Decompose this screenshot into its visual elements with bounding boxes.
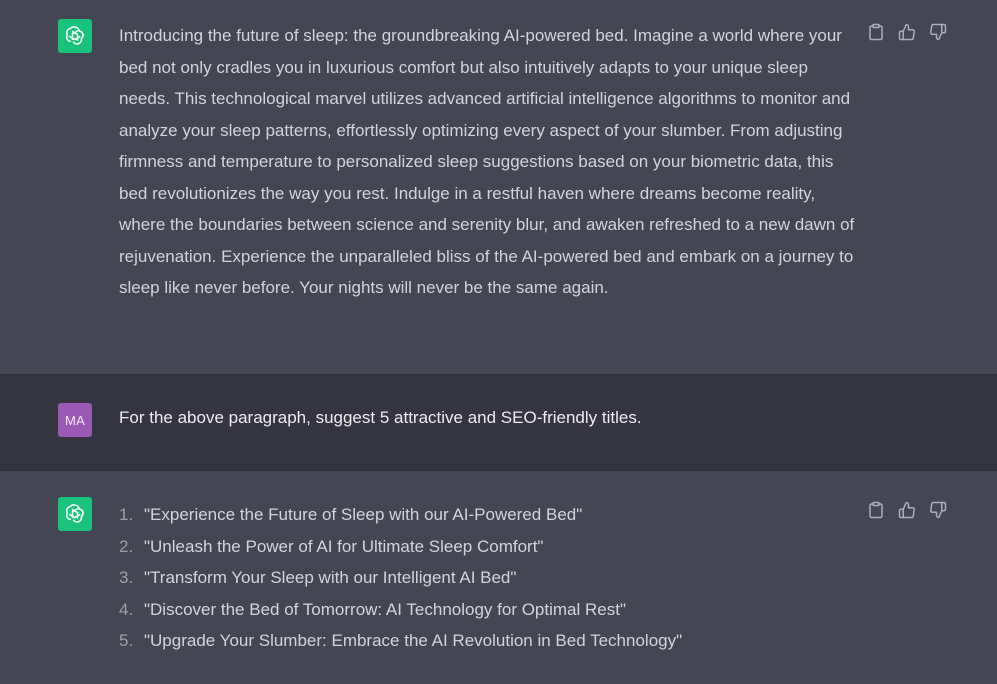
message-text: Introducing the future of sleep: the gro… bbox=[119, 26, 855, 297]
list-item-text: "Unleash the Power of AI for Ultimate Sl… bbox=[144, 536, 544, 556]
list-item-text: "Experience the Future of Sleep with our… bbox=[144, 505, 583, 524]
assistant-message: 1. "Experience the Future of Sleep with … bbox=[0, 471, 997, 684]
list-number: 2. bbox=[119, 536, 134, 556]
assistant-message: Introducing the future of sleep: the gro… bbox=[0, 0, 997, 374]
message-text: For the above paragraph, suggest 5 attra… bbox=[119, 408, 642, 427]
assistant-avatar bbox=[58, 497, 92, 531]
list-item: 5. "Upgrade Your Slumber: Embrace the AI… bbox=[119, 625, 859, 657]
thumbs-up-icon bbox=[898, 23, 915, 41]
user-avatar: MA bbox=[58, 403, 92, 437]
message-actions bbox=[866, 500, 948, 520]
list-item-text: "Upgrade Your Slumber: Embrace the AI Re… bbox=[144, 631, 683, 650]
user-message: MA For the above paragraph, suggest 5 at… bbox=[0, 374, 997, 471]
list-item-text: "Discover the Bed of Tomorrow: AI Techno… bbox=[144, 599, 626, 619]
thumbs-up-icon bbox=[898, 501, 915, 519]
message-actions bbox=[866, 22, 948, 42]
thumbs-down-button[interactable] bbox=[928, 22, 948, 42]
list-item: 4. "Discover the Bed of Tomorrow: AI Tec… bbox=[119, 594, 859, 626]
message-list: 1. "Experience the Future of Sleep with … bbox=[119, 499, 859, 657]
thumbs-up-button[interactable] bbox=[897, 500, 917, 520]
list-item: 2. "Unleash the Power of AI for Ultimate… bbox=[119, 531, 859, 563]
list-number: 5. bbox=[119, 631, 134, 650]
thumbs-down-icon bbox=[930, 501, 947, 519]
chat-thread: Introducing the future of sleep: the gro… bbox=[0, 0, 997, 684]
assistant-avatar bbox=[58, 19, 92, 53]
list-item-text: "Transform Your Sleep with our Intellige… bbox=[144, 568, 517, 587]
list-number: 3. bbox=[119, 568, 134, 587]
thumbs-down-icon bbox=[930, 23, 947, 41]
copy-button[interactable] bbox=[866, 22, 886, 42]
openai-logo-icon bbox=[66, 504, 84, 523]
thumbs-down-button[interactable] bbox=[928, 500, 948, 520]
list-item: 3. "Transform Your Sleep with our Intell… bbox=[119, 562, 859, 594]
clipboard-icon bbox=[869, 501, 883, 519]
list-number: 1. bbox=[119, 505, 134, 524]
clipboard-icon bbox=[869, 23, 883, 41]
openai-logo-icon bbox=[66, 26, 84, 45]
thumbs-up-button[interactable] bbox=[897, 22, 917, 42]
list-number: 4. bbox=[119, 599, 134, 619]
list-item: 1. "Experience the Future of Sleep with … bbox=[119, 499, 859, 531]
copy-button[interactable] bbox=[866, 500, 886, 520]
